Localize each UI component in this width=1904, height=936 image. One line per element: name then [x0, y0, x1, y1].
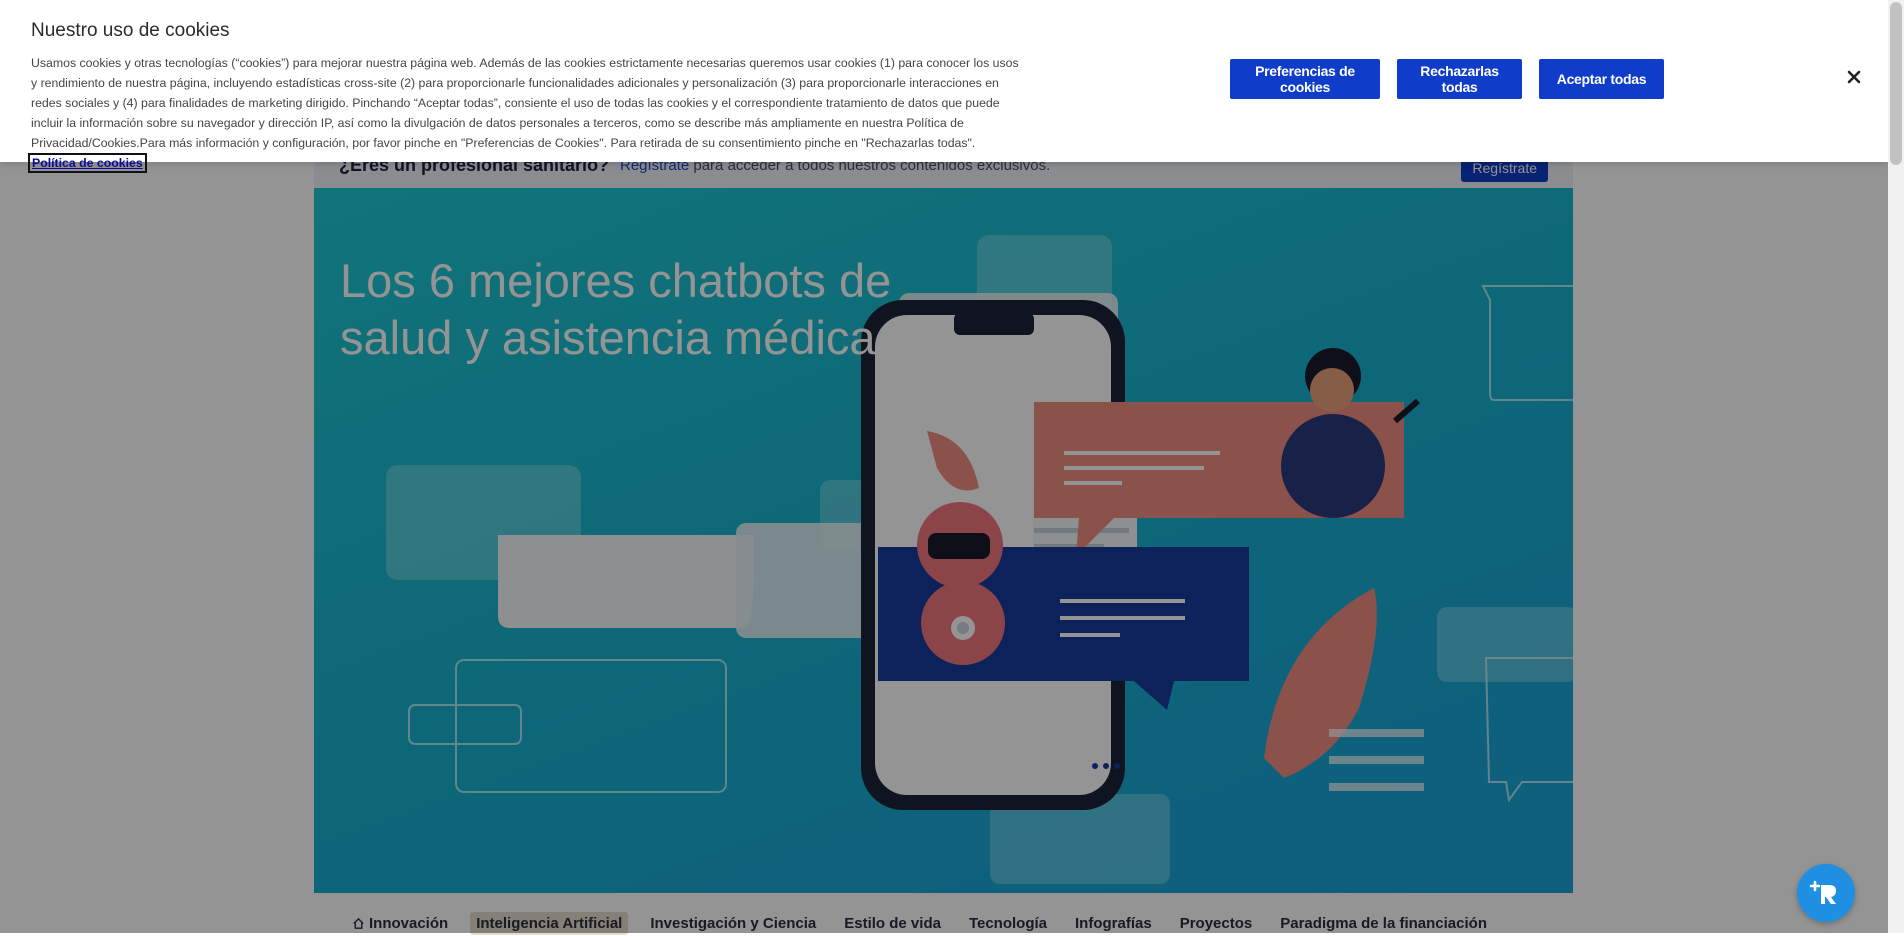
cookie-preferences-button[interactable]: Preferencias de cookies: [1230, 59, 1380, 99]
reject-all-button[interactable]: Rechazarlas todas: [1397, 59, 1522, 99]
accept-all-button[interactable]: Aceptar todas: [1539, 59, 1664, 99]
scrollbar[interactable]: [1888, 0, 1904, 933]
assistant-button[interactable]: [1797, 864, 1855, 922]
close-button[interactable]: [1843, 66, 1865, 88]
scrollbar-thumb[interactable]: [1890, 2, 1902, 165]
assistant-icon: [1809, 880, 1836, 904]
cookie-title: Nuestro uso de cookies: [31, 20, 230, 41]
cookie-banner: Nuestro uso de cookies Usamos cookies y …: [0, 0, 1888, 173]
cookie-body: Usamos cookies y otras tecnologías (“coo…: [31, 56, 1019, 150]
close-icon: [1847, 70, 1861, 84]
cookie-policy-link[interactable]: Política de cookies: [28, 153, 147, 173]
cookie-description: Usamos cookies y otras tecnologías (“coo…: [28, 53, 1021, 173]
